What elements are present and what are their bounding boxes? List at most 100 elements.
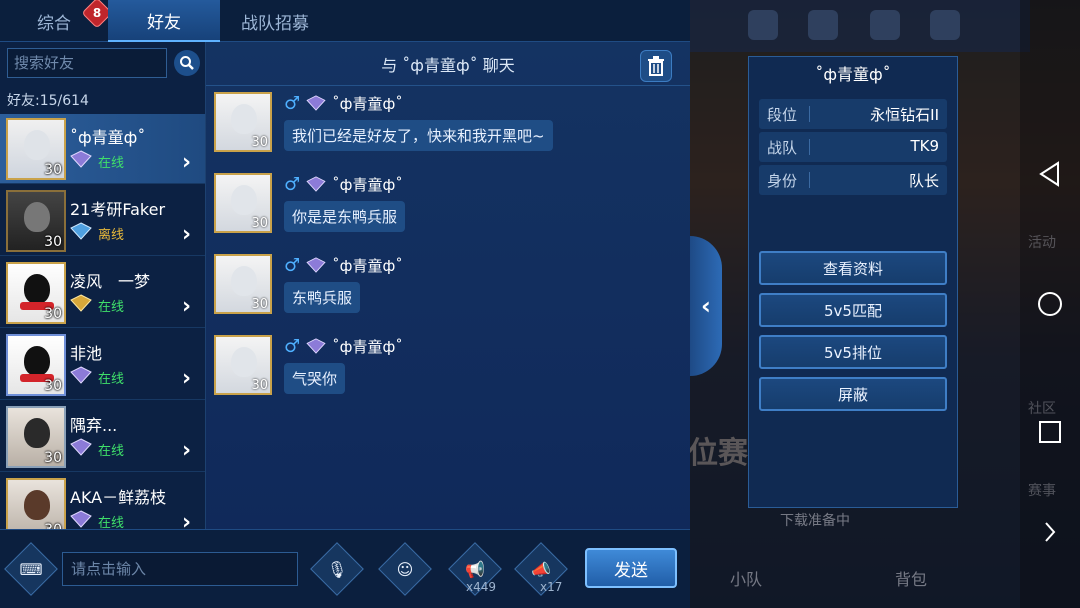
rank-diamond-icon xyxy=(306,95,326,111)
chat-title: 与 ˚ф青童ф˚ 聊天 xyxy=(381,56,515,75)
friend-name: AKA－鲜荔枝 xyxy=(70,488,167,507)
tab-friends[interactable]: 好友 xyxy=(108,0,220,42)
avatar: 30 xyxy=(6,190,66,252)
search-button[interactable] xyxy=(174,50,200,76)
friend-status: 在线 xyxy=(98,156,125,171)
game-bg-ranked-label: 位赛 xyxy=(688,436,748,471)
view-profile-button[interactable]: 查看资料 xyxy=(759,251,947,285)
friend-level: 30 xyxy=(44,450,62,466)
friend-name: ˚ф青童ф˚ xyxy=(70,128,146,147)
message-level: 30 xyxy=(251,135,268,150)
home-circle-icon xyxy=(1038,292,1062,316)
chevron-right-icon[interactable]: › xyxy=(182,294,191,319)
friend-level: 30 xyxy=(44,522,62,529)
android-nav-bar xyxy=(1020,0,1080,608)
message-bubble: 你是是东鸭兵服 xyxy=(284,201,406,232)
chat-header: 与 ˚ф青童ф˚ 聊天 xyxy=(206,42,690,86)
block-button[interactable]: 屏蔽 xyxy=(759,377,947,411)
chevron-right-icon[interactable]: › xyxy=(182,438,191,463)
friend-level: 30 xyxy=(44,306,62,322)
message-sender: ˚ф青童ф˚ xyxy=(332,94,403,113)
voice-message-button[interactable]: 🎙 xyxy=(310,542,364,596)
back-button[interactable] xyxy=(1036,160,1064,188)
social-panel: 综合 8 好友 战队招募 搜索好友 好友:15/614 30 ˚ф青童ф˚ 在线… xyxy=(0,0,690,608)
male-icon: ♂ xyxy=(284,254,301,276)
profile-name: ˚ф青童ф˚ xyxy=(815,65,891,84)
message-bubble: 东鸭兵服 xyxy=(284,282,361,313)
message-sender: ˚ф青童ф˚ xyxy=(332,175,403,194)
male-icon: ♂ xyxy=(284,92,301,114)
friend-status: 在线 xyxy=(98,372,125,387)
friend-name: 21考研Faker xyxy=(70,200,166,219)
rank-gold-icon xyxy=(70,294,92,312)
chat-message: 30 ♂ ˚ф青童ф˚ 你是是东鸭兵服 xyxy=(214,173,684,243)
recent-square-icon xyxy=(1039,421,1061,443)
microphone-icon: 🎙 xyxy=(326,559,348,579)
message-meta: ♂ ˚ф青童ф˚ xyxy=(284,335,403,357)
avatar[interactable]: 30 xyxy=(214,335,272,395)
send-button[interactable]: 发送 xyxy=(585,548,677,588)
game-top-bar xyxy=(690,0,1030,52)
message-meta: ♂ ˚ф青童ф˚ xyxy=(284,254,403,276)
back-triangle-icon xyxy=(1039,161,1059,187)
rank-diamond-icon xyxy=(70,510,92,528)
chat-message: 30 ♂ ˚ф青童ф˚ 东鸭兵服 xyxy=(214,254,684,324)
tab-team-recruit-label: 战队招募 xyxy=(241,13,309,34)
profile-rank-row: 段位 永恒钻石II xyxy=(759,99,947,129)
big-horn-count: x449 xyxy=(466,580,497,594)
expand-nav-button[interactable] xyxy=(1036,518,1064,546)
avatar: 30 xyxy=(6,334,66,396)
recent-apps-button[interactable] xyxy=(1036,418,1064,446)
avatar[interactable]: 30 xyxy=(214,173,272,233)
5v5-ranked-button[interactable]: 5v5排位 xyxy=(759,335,947,369)
male-icon: ♂ xyxy=(284,173,301,195)
friend-row[interactable]: 30 非池 在线 › xyxy=(0,330,205,400)
chevron-right-icon[interactable]: › xyxy=(182,510,191,529)
collapse-panel-button[interactable]: ‹ xyxy=(690,236,722,376)
avatar[interactable]: 30 xyxy=(214,92,272,152)
chevron-right-icon[interactable]: › xyxy=(182,222,191,247)
avatar: 30 xyxy=(6,262,66,324)
trash-icon xyxy=(648,56,664,76)
friend-name: 非池 xyxy=(70,344,103,363)
voice-to-text-button[interactable]: ⌨ xyxy=(4,542,58,596)
search-icon xyxy=(180,56,194,70)
message-sender: ˚ф青童ф˚ xyxy=(332,337,403,356)
rank-diamond-icon xyxy=(70,438,92,456)
friend-search-input[interactable]: 搜索好友 xyxy=(7,48,167,78)
friend-row[interactable]: 30 隅弃... 在线 › xyxy=(0,402,205,472)
profile-team-row: 战队 TK9 xyxy=(759,132,947,162)
tab-friends-label: 好友 xyxy=(147,12,181,33)
settings-icon xyxy=(930,10,960,40)
home-button[interactable] xyxy=(1036,290,1064,318)
chat-message: 30 ♂ ˚ф青童ф˚ 气哭你 xyxy=(214,335,684,405)
avatar[interactable]: 30 xyxy=(214,254,272,314)
5v5-match-button[interactable]: 5v5匹配 xyxy=(759,293,947,327)
mail-icon xyxy=(870,10,900,40)
avatar: 30 xyxy=(6,406,66,468)
small-horn-count: x17 xyxy=(540,580,563,594)
tab-general-label: 综合 xyxy=(37,13,71,34)
emoji-button[interactable]: ☺ xyxy=(378,542,432,596)
avatar: 30 xyxy=(6,478,66,529)
friend-status: 在线 xyxy=(98,300,125,315)
chevron-right-icon xyxy=(1045,522,1056,542)
friend-count: 好友:15/614 xyxy=(7,93,89,109)
tab-team-recruit[interactable]: 战队招募 xyxy=(220,0,330,42)
profile-role-value: 队长 xyxy=(908,172,939,190)
friend-row[interactable]: 30 ˚ф青童ф˚ 在线 › xyxy=(0,114,205,184)
friend-level: 30 xyxy=(44,162,62,178)
message-level: 30 xyxy=(251,216,268,231)
message-sender: ˚ф青童ф˚ xyxy=(332,256,403,275)
profile-role-row: 身份 队长 xyxy=(759,165,947,195)
speech-text-icon: ⌨ xyxy=(19,559,43,579)
friend-row[interactable]: 30 21考研Faker 离线 › xyxy=(0,186,205,256)
friend-row[interactable]: 30 凌风 一梦 在线 › xyxy=(0,258,205,328)
friend-row[interactable]: 30 AKA－鲜荔枝 在线 › xyxy=(0,474,205,529)
clear-chat-button[interactable] xyxy=(640,50,672,82)
friend-name: 隅弃... xyxy=(70,416,118,435)
chat-message-input[interactable]: 请点击输入 xyxy=(62,552,298,586)
message-meta: ♂ ˚ф青童ф˚ xyxy=(284,173,403,195)
chevron-right-icon[interactable]: › xyxy=(182,150,191,175)
chevron-right-icon[interactable]: › xyxy=(182,366,191,391)
